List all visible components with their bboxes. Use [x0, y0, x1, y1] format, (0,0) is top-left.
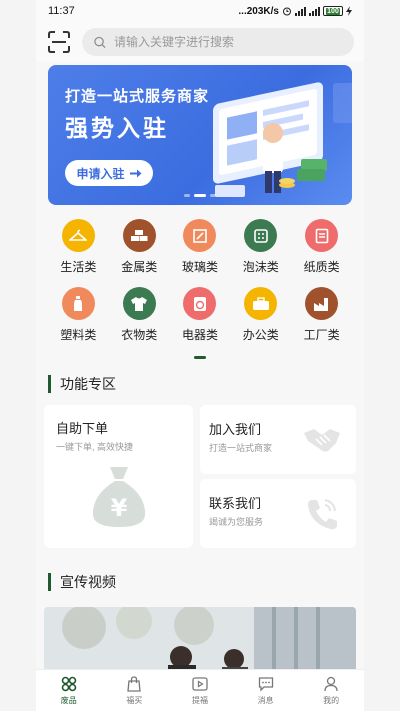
charging-icon	[346, 6, 352, 16]
promo-video[interactable]	[44, 607, 356, 677]
foam-icon	[244, 219, 278, 252]
hanger-icon	[61, 219, 95, 252]
money-bag-icon: ¥	[92, 467, 146, 527]
paper-icon	[305, 219, 339, 252]
tab-profile[interactable]: 我的	[298, 670, 364, 711]
category-item-metal[interactable]: 金属类	[109, 219, 170, 275]
search-input[interactable]	[113, 35, 342, 49]
banner-pager	[184, 194, 216, 197]
search-icon	[94, 36, 106, 48]
status-time: 11:37	[48, 5, 75, 17]
promo-banner[interactable]: 打造一站式服务商家 强势入驻 申请入驻	[48, 65, 352, 205]
factory-icon	[305, 287, 339, 320]
category-item-clothing[interactable]: 衣物类	[109, 287, 170, 343]
tab-messages[interactable]: 消息	[233, 670, 299, 711]
category-item-plastic[interactable]: 塑料类	[48, 287, 109, 343]
handshake-icon	[304, 429, 340, 452]
category-page-indicator	[194, 356, 206, 359]
tab-video[interactable]: 提福	[167, 670, 233, 711]
network-speed: ...203K/s	[238, 5, 279, 17]
category-item-paper[interactable]: 纸质类	[291, 219, 352, 275]
scan-icon[interactable]	[48, 31, 70, 53]
message-icon	[258, 676, 273, 692]
tab-waste[interactable]: 废品	[36, 670, 102, 711]
signal-icon	[295, 6, 306, 16]
bottom-tab-bar: 废品 福买 提福 消息 我的	[36, 669, 364, 711]
function-section-title: 功能专区	[48, 373, 352, 395]
tab-shop[interactable]: 福买	[102, 670, 168, 711]
search-bar[interactable]	[82, 28, 354, 56]
apply-join-button[interactable]: 申请入驻	[65, 160, 153, 186]
status-bar: 11:37 ...203K/s 100	[36, 0, 364, 22]
user-icon	[324, 676, 338, 691]
home-grid-icon	[61, 676, 77, 691]
svg-text:¥: ¥	[111, 494, 128, 522]
apply-join-label: 申请入驻	[76, 166, 125, 181]
category-grid: 生活类 金属类 玻璃类 泡沫类 纸质类 塑料类 衣物类 电器类 办公类 工厂类	[48, 219, 352, 343]
battery-icon: 100	[323, 6, 343, 16]
glass-icon	[183, 219, 217, 252]
play-icon	[192, 676, 208, 691]
metal-bars-icon	[122, 219, 156, 252]
video-thumbnail	[44, 607, 356, 677]
category-item-foam[interactable]: 泡沫类	[230, 219, 291, 275]
bottle-icon	[61, 287, 95, 320]
video-section-title: 宣传视频	[48, 571, 352, 593]
banner-title: 强势入驻	[65, 115, 169, 141]
app-screen: 11:37 ...203K/s 100 打造一站式服务商家 强势入驻 申请入驻	[36, 0, 364, 711]
arrow-right-icon	[129, 169, 141, 177]
top-header	[36, 22, 364, 62]
category-item-living[interactable]: 生活类	[48, 219, 109, 275]
function-area: 自助下单 一键下单, 高效快捷 ¥ 加入我们 打造一站式商家 联系我们 竭诚为您…	[44, 405, 356, 550]
section-bar	[48, 375, 51, 393]
washer-icon	[183, 287, 217, 320]
section-bar	[48, 573, 51, 591]
shopping-bag-icon	[127, 675, 142, 692]
function-right-column: 加入我们 打造一站式商家 联系我们 竭诚为您服务	[200, 405, 356, 550]
briefcase-icon	[244, 287, 278, 320]
category-item-office[interactable]: 办公类	[230, 287, 291, 343]
self-order-card[interactable]: 自助下单 一键下单, 高效快捷 ¥	[44, 405, 193, 548]
category-item-glass[interactable]: 玻璃类	[170, 219, 231, 275]
banner-illustration	[213, 82, 352, 197]
status-indicators: ...203K/s 100	[238, 6, 352, 17]
category-item-appliance[interactable]: 电器类	[170, 287, 231, 343]
contact-us-card[interactable]: 联系我们 竭诚为您服务	[200, 479, 356, 548]
shirt-icon	[122, 287, 156, 320]
category-item-factory[interactable]: 工厂类	[291, 287, 352, 343]
signal-4g-icon	[309, 6, 320, 16]
join-us-card[interactable]: 加入我们 打造一站式商家	[200, 405, 356, 474]
phone-icon	[308, 499, 337, 530]
alarm-icon	[283, 7, 291, 16]
